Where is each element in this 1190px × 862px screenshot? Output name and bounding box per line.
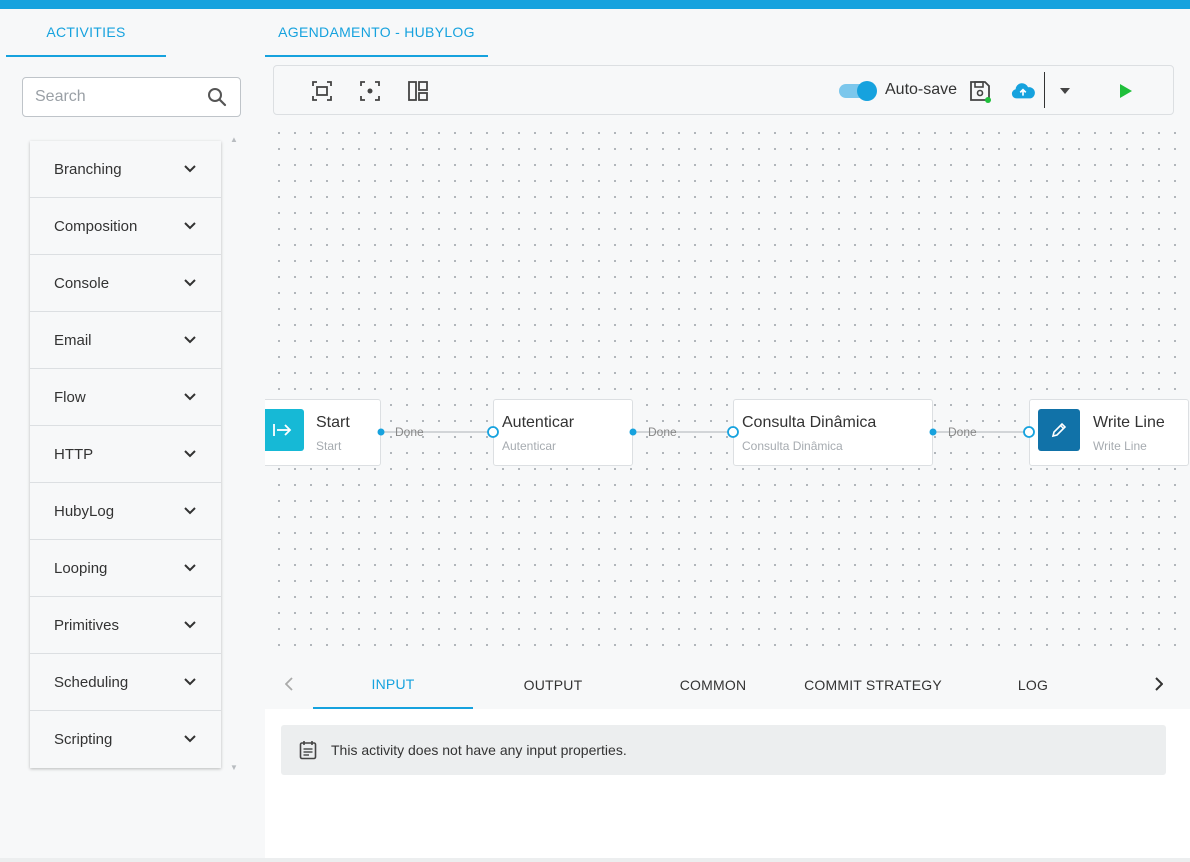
activity-category-list: Branching Composition Console Email Flow…	[30, 141, 221, 768]
category-primitives[interactable]: Primitives	[30, 597, 221, 654]
workflow-edges	[377, 426, 1035, 438]
properties-tabs: INPUT OUTPUT COMMON COMMIT STRATEGY LOG	[265, 660, 1190, 709]
notice-text: This activity does not have any input pr…	[331, 742, 627, 758]
category-label: Console	[54, 274, 110, 292]
category-label: Scheduling	[54, 673, 129, 691]
toolbar-divider	[1044, 72, 1045, 108]
chevron-down-icon[interactable]	[1053, 79, 1077, 103]
category-label: Email	[54, 331, 92, 349]
designer-toolbar: Auto-save	[273, 65, 1174, 115]
category-email[interactable]: Email	[30, 312, 221, 369]
chevron-left-icon[interactable]	[279, 674, 299, 694]
chevron-down-icon	[183, 161, 197, 178]
chevron-down-icon	[183, 446, 197, 463]
fit-to-screen-icon[interactable]	[310, 79, 334, 103]
empty-input-notice: This activity does not have any input pr…	[281, 725, 1166, 775]
tab-activities[interactable]: ACTIVITIES	[6, 9, 166, 57]
category-label: Composition	[54, 217, 138, 235]
search-icon[interactable]	[206, 86, 228, 108]
bottom-edge	[0, 858, 1190, 862]
category-label: Looping	[54, 559, 108, 577]
chevron-down-icon	[183, 617, 197, 634]
edge-label: Done	[948, 425, 977, 439]
scroll-up-icon[interactable]: ▲	[230, 135, 238, 144]
tab-common[interactable]: COMMON	[633, 660, 793, 709]
category-label: Flow	[54, 388, 86, 406]
category-branching[interactable]: Branching	[30, 141, 221, 198]
tab-workflow[interactable]: AGENDAMENTO - HUBYLOG	[265, 9, 488, 57]
category-hubylog[interactable]: HubyLog	[30, 483, 221, 540]
chevron-down-icon	[183, 503, 197, 520]
save-icon[interactable]	[968, 79, 992, 103]
panel-resize-handle[interactable]	[700, 652, 744, 664]
tab-log[interactable]: LOG	[953, 660, 1113, 709]
search-box[interactable]	[22, 77, 241, 117]
scroll-down-icon[interactable]: ▼	[230, 763, 238, 772]
cloud-upload-icon[interactable]	[1011, 79, 1035, 103]
workflow-canvas[interactable]: Start Start Autenticar Autenticar Consul…	[265, 121, 1190, 651]
category-composition[interactable]: Composition	[30, 198, 221, 255]
category-scheduling[interactable]: Scheduling	[30, 654, 221, 711]
tab-commit-strategy[interactable]: COMMIT STRATEGY	[793, 660, 953, 709]
category-looping[interactable]: Looping	[30, 540, 221, 597]
category-flow[interactable]: Flow	[30, 369, 221, 426]
calendar-note-icon	[299, 740, 319, 760]
edge-label: Done	[395, 425, 424, 439]
category-label: Primitives	[54, 616, 120, 634]
tab-output[interactable]: OUTPUT	[473, 660, 633, 709]
chevron-down-icon	[183, 218, 197, 235]
tab-input[interactable]: INPUT	[313, 660, 473, 709]
chevron-down-icon	[183, 560, 197, 577]
category-http[interactable]: HTTP	[30, 426, 221, 483]
top-accent-bar	[0, 0, 1190, 9]
autosave-toggle[interactable]	[839, 81, 877, 101]
search-input[interactable]	[35, 88, 206, 106]
category-label: Scripting	[54, 731, 113, 748]
center-icon[interactable]	[358, 79, 382, 103]
play-icon[interactable]	[1114, 79, 1138, 103]
chevron-down-icon	[183, 275, 197, 292]
chevron-down-icon	[183, 389, 197, 406]
category-scripting[interactable]: Scripting	[30, 711, 221, 768]
category-console[interactable]: Console	[30, 255, 221, 312]
category-label: Branching	[54, 160, 122, 178]
activities-sidebar: ACTIVITIES ▲ Branching Composition Conso…	[0, 9, 258, 862]
chevron-right-icon[interactable]	[1149, 674, 1169, 694]
properties-panel: INPUT OUTPUT COMMON COMMIT STRATEGY LOG …	[265, 660, 1190, 862]
category-label: HubyLog	[54, 502, 115, 520]
chevron-down-icon	[183, 332, 197, 349]
toggle-knob	[857, 81, 877, 101]
category-label: HTTP	[54, 445, 94, 463]
edge-label: Done	[648, 425, 677, 439]
autosave-label: Auto-save	[885, 81, 958, 98]
chevron-down-icon	[183, 674, 197, 691]
auto-layout-icon[interactable]	[406, 79, 430, 103]
chevron-down-icon	[183, 731, 197, 748]
